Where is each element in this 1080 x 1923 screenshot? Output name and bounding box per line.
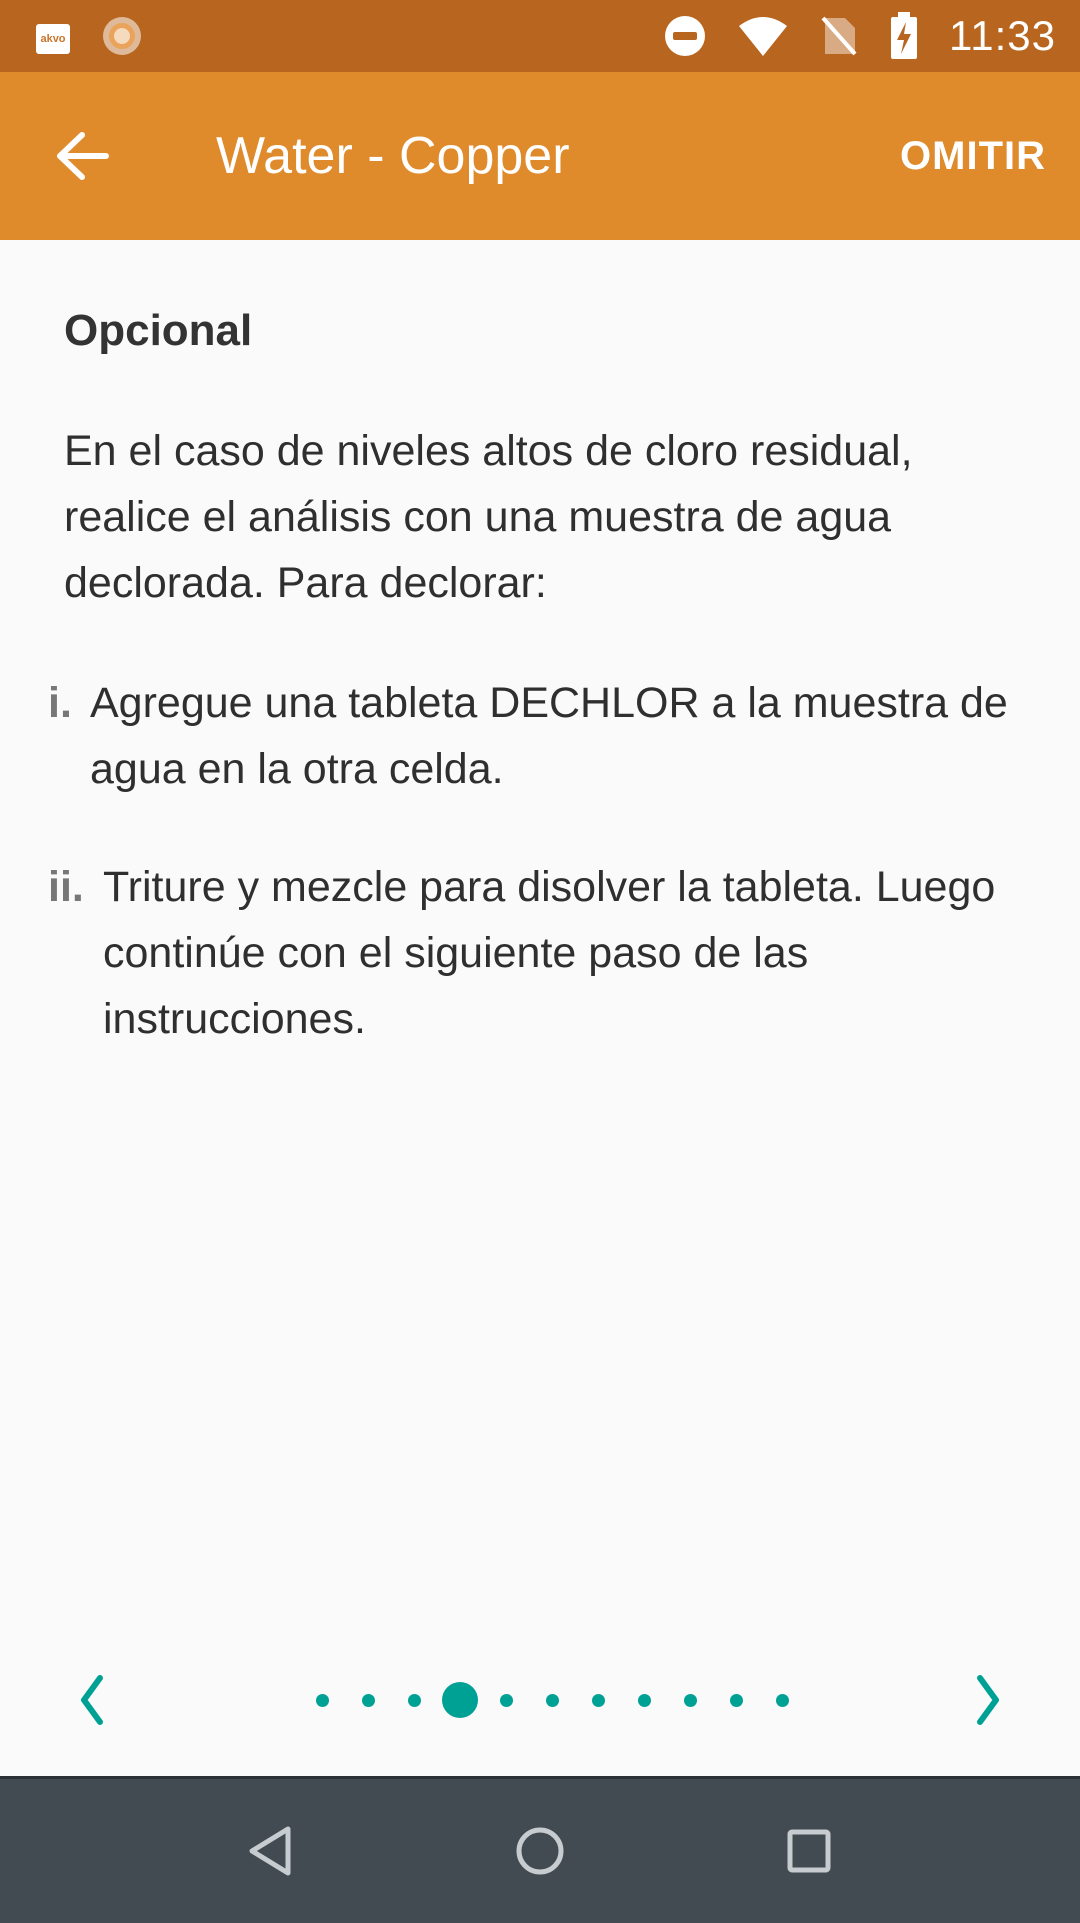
page-dot[interactable] [729,1693,743,1707]
step-number: i. [48,679,72,727]
page-dot[interactable] [315,1693,329,1707]
wifi-icon [739,17,787,56]
step-number: ii. [48,863,84,911]
page-dot-active[interactable] [442,1682,478,1718]
page-dot[interactable] [407,1693,421,1707]
chevron-right-icon[interactable] [964,1670,1014,1730]
page-dot[interactable] [637,1693,651,1707]
circle-home-icon [516,1827,564,1875]
page-title: Water - Copper [216,127,570,185]
sync-sun-icon [103,17,141,55]
page-dot[interactable] [591,1693,605,1707]
skip-button[interactable]: OMITIR [900,134,1046,179]
status-bar: akvo 11:33 [0,0,1080,72]
akvo-app-icon: akvo [36,24,70,54]
do-not-disturb-icon [665,16,705,56]
square-recents-icon [787,1829,831,1873]
intro-paragraph: En el caso de niveles altos de cloro res… [64,427,913,607]
page-dot[interactable] [499,1693,513,1707]
page-dot[interactable] [683,1693,697,1707]
step-text: Agregue una tableta DECHLOR a la muestra… [90,679,1008,793]
list-item: i. Agregue una tableta DECHLOR a la mues… [48,670,1038,810]
nav-home-button[interactable] [508,1819,572,1883]
page-dots [0,1660,1080,1740]
app-bar: Water - Copper OMITIR [0,72,1080,240]
system-nav-bar [0,1776,1080,1923]
page-dot[interactable] [545,1693,559,1707]
back-button[interactable] [40,114,124,198]
page-dot[interactable] [775,1693,789,1707]
nav-back-button[interactable] [238,1819,302,1883]
clock: 11:33 [949,12,1056,59]
list-item: ii. Triture y mezcle para disolver la ta… [48,854,1038,1054]
section-heading: Opcional [64,306,253,355]
status-notifications: akvo [36,14,144,58]
no-sim-icon [821,16,857,56]
triangle-back-icon [249,1826,291,1876]
nav-recents-button[interactable] [777,1819,841,1883]
page-indicator [0,1660,1080,1740]
battery-charging-icon [891,12,917,59]
arrow-left-icon [57,132,109,180]
status-indicators: 11:33 [663,0,1056,72]
step-text: Triture y mezcle para disolver la tablet… [103,863,996,1043]
page-dot[interactable] [361,1693,375,1707]
